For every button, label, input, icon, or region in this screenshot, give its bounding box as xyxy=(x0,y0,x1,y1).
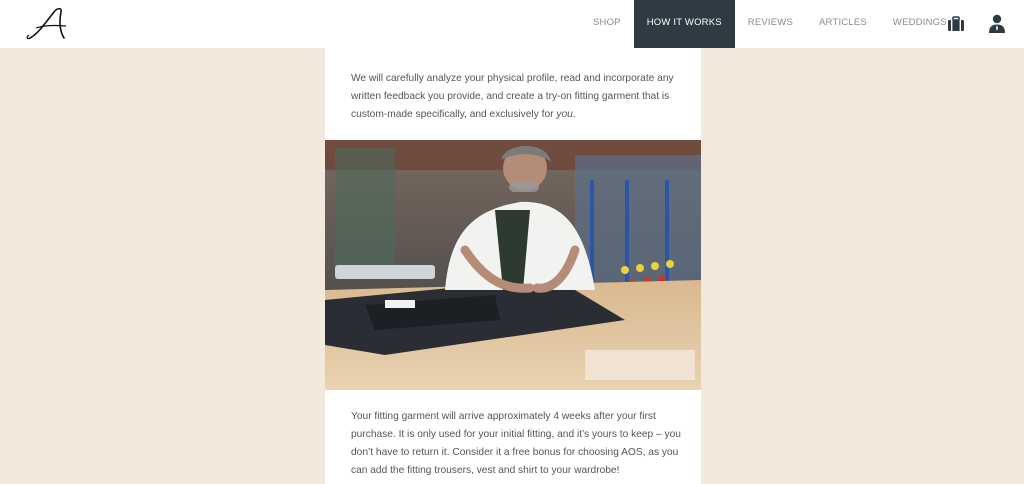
top-navigation-bar: SHOP HOW IT WORKS REVIEWS ARTICLES WEDDI… xyxy=(0,0,1024,48)
intro-text: We will carefully analyze your physical … xyxy=(351,73,674,120)
nav-item-articles[interactable]: ARTICLES xyxy=(806,0,880,48)
briefcase-icon[interactable] xyxy=(946,12,966,34)
nav-item-reviews[interactable]: REVIEWS xyxy=(735,0,806,48)
intro-paragraph: We will carefully analyze your physical … xyxy=(351,70,681,124)
tailor-photo xyxy=(325,140,701,390)
main-menu: SHOP HOW IT WORKS REVIEWS ARTICLES WEDDI… xyxy=(580,0,960,48)
nav-item-how-it-works[interactable]: HOW IT WORKS xyxy=(633,0,735,48)
fitting-paragraph: Your fitting garment will arrive approxi… xyxy=(351,411,681,476)
nav-item-shop[interactable]: SHOP xyxy=(580,0,634,48)
content-panel: We will carefully analyze your physical … xyxy=(325,48,701,484)
brand-logo[interactable] xyxy=(24,4,80,44)
intro-emphasis: you xyxy=(556,109,573,120)
account-icon[interactable] xyxy=(987,12,1007,34)
intro-end: . xyxy=(572,109,576,120)
